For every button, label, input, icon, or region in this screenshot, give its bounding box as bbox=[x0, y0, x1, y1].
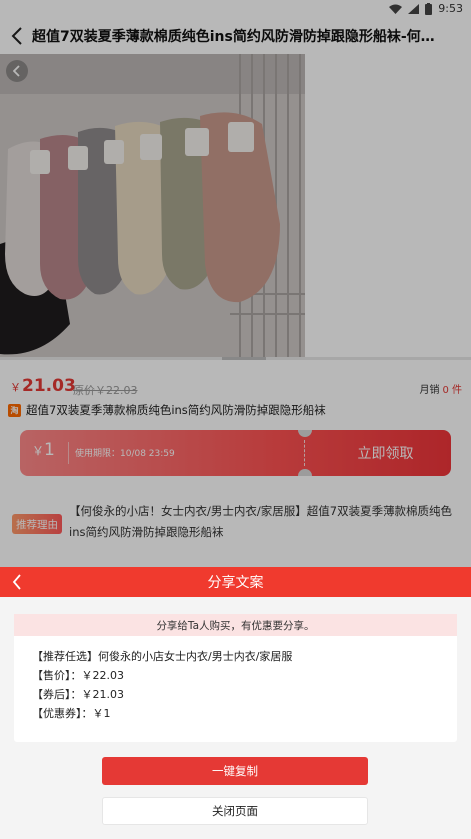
share-line: 【售价】：￥22.03 bbox=[32, 669, 124, 682]
share-text-card: 分享给Ta人购买，有优惠要分享。 【推荐任选】何俊永的小店女士内衣/男士内衣/家… bbox=[14, 614, 457, 742]
copy-button[interactable]: 一键复制 bbox=[102, 757, 368, 785]
close-page-button[interactable]: 关闭页面 bbox=[102, 797, 368, 825]
modal-overlay[interactable] bbox=[0, 0, 471, 567]
share-line: 【券后】：￥21.03 bbox=[32, 688, 124, 701]
share-text: 【推荐任选】何俊永的小店女士内衣/男士内衣/家居服 【售价】：￥22.03 【券… bbox=[32, 647, 292, 723]
share-notice: 分享给Ta人购买，有优惠要分享。 bbox=[14, 614, 457, 636]
share-header: 分享文案 bbox=[0, 567, 471, 597]
share-back-button[interactable] bbox=[6, 571, 28, 593]
share-line: 【推荐任选】何俊永的小店女士内衣/男士内衣/家居服 bbox=[32, 650, 293, 663]
share-panel: 分享文案 分享给Ta人购买，有优惠要分享。 【推荐任选】何俊永的小店女士内衣/男… bbox=[0, 567, 471, 839]
chevron-left-icon bbox=[12, 574, 21, 590]
share-title: 分享文案 bbox=[207, 575, 264, 591]
share-line: 【优惠券】：￥1 bbox=[32, 707, 111, 720]
